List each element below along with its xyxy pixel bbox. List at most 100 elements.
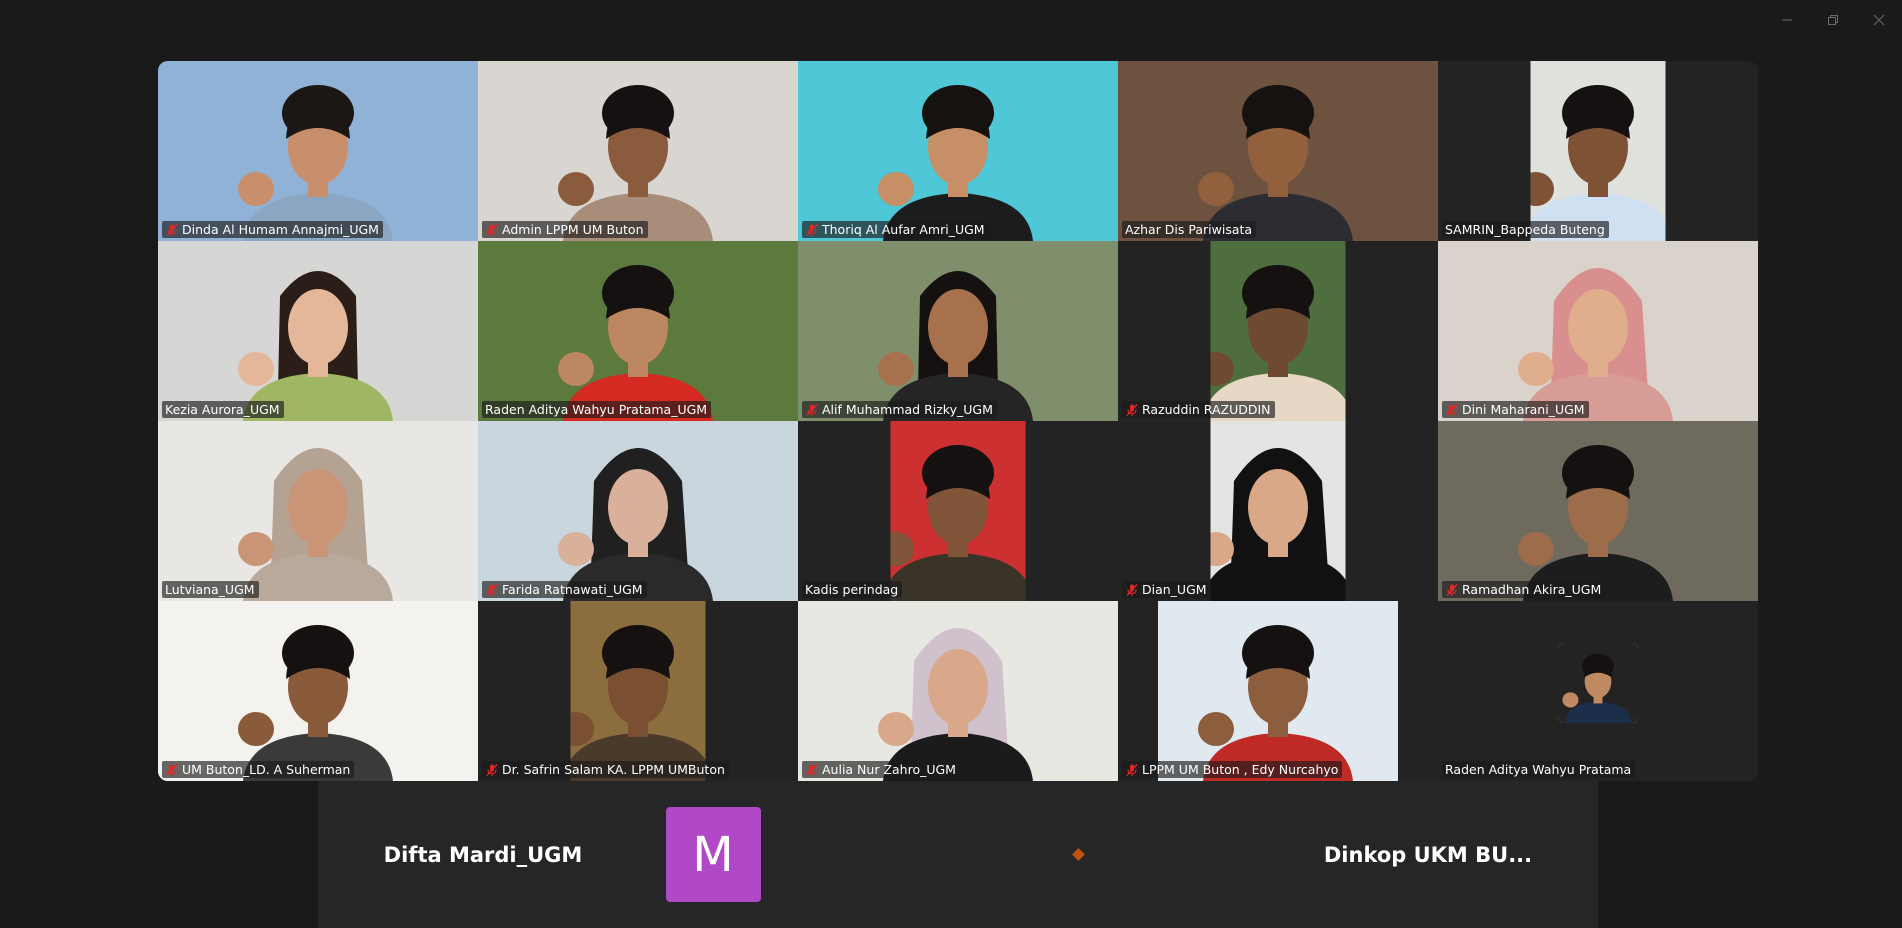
restore-button[interactable] <box>1810 8 1856 32</box>
participant-nameplate: Thoriq Al Aufar Amri_UGM <box>802 221 989 238</box>
participant-tile[interactable]: Dian_UGM <box>1118 421 1438 601</box>
participant-tile[interactable]: Dini Maharani_UGM <box>1438 241 1758 421</box>
participant-nameplate: Farida Ratnawati_UGM <box>482 581 647 598</box>
participant-tile[interactable]: LPPM UM Buton , Edy Nurcahyo <box>1118 601 1438 781</box>
participant-nameplate: Raden Aditya Wahyu Pratama <box>1442 761 1636 778</box>
participant-video <box>158 601 478 781</box>
mic-muted-icon <box>486 763 498 776</box>
strip-participant-right[interactable]: Dinkop UKM BU... <box>1278 781 1578 928</box>
participant-video <box>158 61 478 241</box>
mic-muted-icon <box>166 223 178 236</box>
participant-nameplate: Ramadhan Akira_UGM <box>1442 581 1606 598</box>
participant-name: Azhar Dis Pariwisata <box>1125 222 1253 237</box>
participant-name: Raden Aditya Wahyu Pratama <box>1445 762 1632 777</box>
mic-muted-icon <box>166 763 178 776</box>
mic-muted-icon <box>1126 403 1138 416</box>
participant-tile[interactable]: Admin LPPM UM Buton <box>478 61 798 241</box>
participant-tile[interactable]: Kezia Aurora_UGM <box>158 241 478 421</box>
window-controls <box>1764 8 1902 32</box>
participant-name: Dinda Al Humam Annajmi_UGM <box>182 222 379 237</box>
participant-name: Dian_UGM <box>1142 582 1207 597</box>
participant-nameplate: Razuddin RAZUDDIN <box>1122 401 1275 418</box>
minimize-button[interactable] <box>1764 8 1810 32</box>
participant-name: UM Buton_LD. A Suherman <box>182 762 351 777</box>
participant-nameplate: Raden Aditya Wahyu Pratama_UGM <box>482 401 712 418</box>
avatar: M <box>665 807 761 902</box>
participant-nameplate: Dian_UGM <box>1122 581 1211 598</box>
mic-muted-icon <box>1126 583 1138 596</box>
participant-nameplate: SAMRIN_Bappeda Buteng <box>1442 221 1609 238</box>
participant-tile[interactable]: Raden Aditya Wahyu Pratama <box>1438 601 1758 781</box>
participant-name: Alif Muhammad Rizky_UGM <box>822 402 993 417</box>
participant-name: SAMRIN_Bappeda Buteng <box>1445 222 1605 237</box>
video-gallery: Dinda Al Humam Annajmi_UGM Admin LPPM UM … <box>158 61 1758 781</box>
participant-video <box>478 241 798 421</box>
participant-tile[interactable]: Ramadhan Akira_UGM <box>1438 421 1758 601</box>
strip-connection-indicator <box>1018 781 1138 928</box>
minimize-icon <box>1782 19 1792 21</box>
participant-name: Kadis perindag <box>805 582 899 597</box>
participant-name: LPPM UM Buton , Edy Nurcahyo <box>1142 762 1339 777</box>
participant-nameplate: Admin LPPM UM Buton <box>482 221 648 238</box>
mic-muted-icon <box>806 403 818 416</box>
participant-tile[interactable]: Alif Muhammad Rizky_UGM <box>798 241 1118 421</box>
participant-nameplate: UM Buton_LD. A Suherman <box>162 761 355 778</box>
mic-muted-icon <box>806 763 818 776</box>
participant-strip: Difta Mardi_UGM M Dinkop UKM BU... <box>318 781 1598 928</box>
participant-tile[interactable]: Kadis perindag <box>798 421 1118 601</box>
participant-name: Raden Aditya Wahyu Pratama_UGM <box>485 402 708 417</box>
participant-video <box>158 241 478 421</box>
participant-video <box>478 421 798 601</box>
participant-tile[interactable]: Lutviana_UGM <box>158 421 478 601</box>
close-button[interactable] <box>1856 8 1902 32</box>
participant-tile[interactable]: Aulia Nur Zahro_UGM <box>798 601 1118 781</box>
participant-tile[interactable]: Azhar Dis Pariwisata <box>1118 61 1438 241</box>
close-icon <box>1873 14 1885 26</box>
participant-video <box>570 601 706 781</box>
participant-video <box>798 61 1118 241</box>
profile-picture <box>1558 643 1638 723</box>
participant-name: Ramadhan Akira_UGM <box>1462 582 1602 597</box>
participant-nameplate: Kadis perindag <box>802 581 903 598</box>
participant-nameplate: Azhar Dis Pariwisata <box>1122 221 1257 238</box>
participant-nameplate: Dini Maharani_UGM <box>1442 401 1589 418</box>
participant-name: Dr. Safrin Salam KA. LPPM UMButon <box>502 762 725 777</box>
participant-name: Farida Ratnawati_UGM <box>502 582 643 597</box>
participant-tile[interactable]: Razuddin RAZUDDIN <box>1118 241 1438 421</box>
participant-name: Razuddin RAZUDDIN <box>1142 402 1271 417</box>
restore-icon <box>1828 15 1838 25</box>
participant-tile[interactable]: UM Buton_LD. A Suherman <box>158 601 478 781</box>
participant-video <box>158 421 478 601</box>
participant-name: Aulia Nur Zahro_UGM <box>822 762 956 777</box>
participant-tile[interactable]: Dr. Safrin Salam KA. LPPM UMButon <box>478 601 798 781</box>
mic-muted-icon <box>486 583 498 596</box>
participant-tile[interactable]: Thoriq Al Aufar Amri_UGM <box>798 61 1118 241</box>
participant-video <box>1530 61 1666 241</box>
strip-participant-avatar[interactable]: M <box>648 781 778 928</box>
participant-nameplate: LPPM UM Buton , Edy Nurcahyo <box>1122 761 1343 778</box>
participant-tile[interactable]: Farida Ratnawati_UGM <box>478 421 798 601</box>
participant-nameplate: Aulia Nur Zahro_UGM <box>802 761 960 778</box>
participant-name: Thoriq Al Aufar Amri_UGM <box>822 222 985 237</box>
participant-video <box>798 241 1118 421</box>
participant-nameplate: Alif Muhammad Rizky_UGM <box>802 401 997 418</box>
participant-nameplate: Lutviana_UGM <box>162 581 259 598</box>
mic-muted-icon <box>1446 583 1458 596</box>
mic-muted-icon <box>1446 403 1458 416</box>
participant-name: Dini Maharani_UGM <box>1462 402 1585 417</box>
participant-tile[interactable]: SAMRIN_Bappeda Buteng <box>1438 61 1758 241</box>
participant-video <box>1210 241 1346 421</box>
strip-participant-left[interactable]: Difta Mardi_UGM <box>318 781 648 928</box>
mic-muted-icon <box>806 223 818 236</box>
participant-tile[interactable]: Raden Aditya Wahyu Pratama_UGM <box>478 241 798 421</box>
participant-video <box>478 61 798 241</box>
meeting-window: Dinda Al Humam Annajmi_UGM Admin LPPM UM … <box>0 0 1902 928</box>
participant-tile[interactable]: Dinda Al Humam Annajmi_UGM <box>158 61 478 241</box>
participant-video <box>1210 421 1346 601</box>
participant-name: Admin LPPM UM Buton <box>502 222 644 237</box>
strip-participant-name: Difta Mardi_UGM <box>383 842 583 867</box>
participant-name: Lutviana_UGM <box>165 582 255 597</box>
mic-muted-icon <box>1126 763 1138 776</box>
participant-nameplate: Kezia Aurora_UGM <box>162 401 284 418</box>
participant-nameplate: Dinda Al Humam Annajmi_UGM <box>162 221 383 238</box>
